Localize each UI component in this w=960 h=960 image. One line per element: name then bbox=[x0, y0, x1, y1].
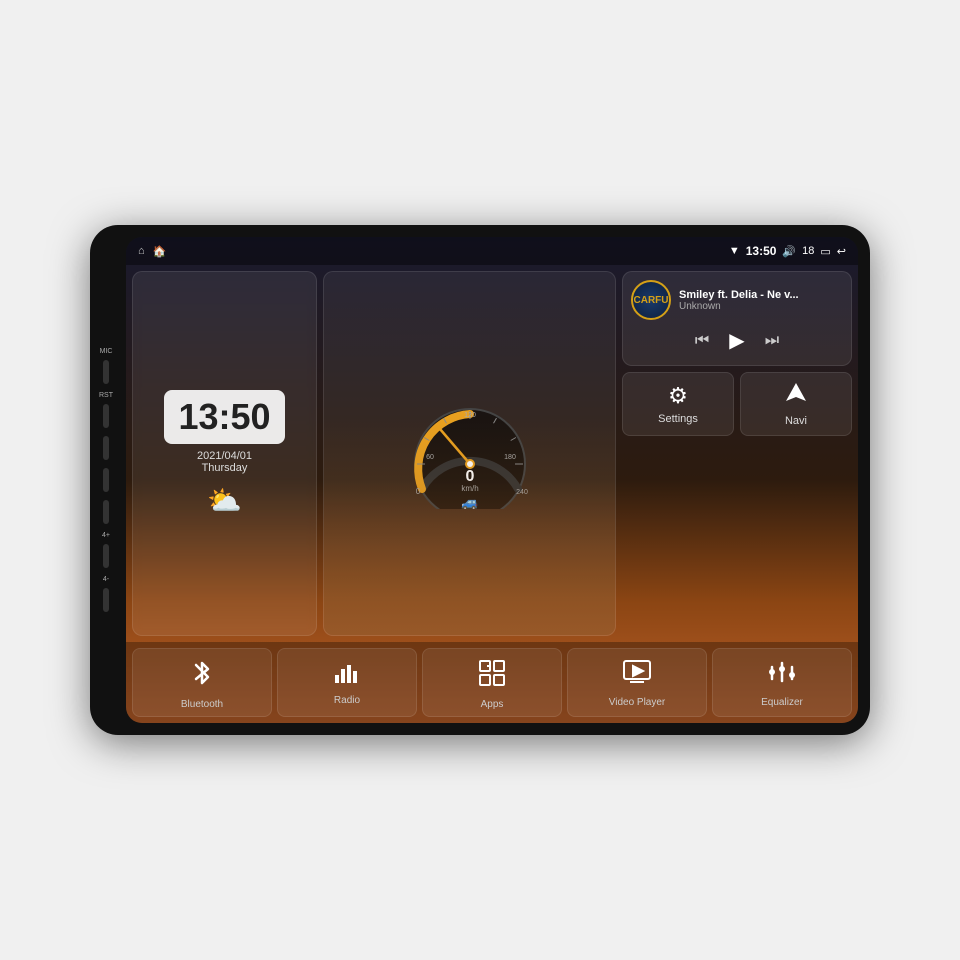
video-player-label: Video Player bbox=[609, 697, 666, 708]
navi-button[interactable]: Navi bbox=[740, 372, 852, 436]
apps-icon bbox=[478, 659, 506, 694]
next-button[interactable]: ⏭ bbox=[765, 332, 779, 350]
navi-icon bbox=[784, 381, 808, 411]
music-logo: CARFU bbox=[631, 280, 671, 320]
settings-button[interactable]: ⚙ Settings bbox=[622, 372, 734, 436]
main-content: 13:50 2021/04/01 Thursday ⛅ bbox=[126, 265, 858, 642]
music-widget[interactable]: CARFU Smiley ft. Delia - Ne v... Unknown… bbox=[622, 271, 852, 366]
status-time: 13:50 bbox=[746, 244, 777, 258]
apps-label: Apps bbox=[481, 699, 504, 710]
apps-button[interactable]: Apps bbox=[422, 648, 562, 717]
navi-label: Navi bbox=[785, 415, 807, 427]
date-value: 2021/04/01 bbox=[197, 450, 252, 462]
vol-down-label: 4- bbox=[103, 576, 109, 583]
rst-label: RST bbox=[99, 392, 113, 399]
side-controls: MIC RST 4+ 4- bbox=[90, 348, 122, 612]
screen: ⌂ 🏠 ▼ 13:50 🔊 18 ▭ ↩ 13:50 bbox=[126, 237, 858, 723]
home-side-button[interactable] bbox=[103, 468, 109, 492]
speedometer-widget: 0 60 120 180 240 0 km/h � bbox=[323, 271, 616, 636]
back-side-button[interactable] bbox=[103, 500, 109, 524]
battery-icon: ▭ bbox=[820, 245, 830, 258]
music-artist: Unknown bbox=[679, 301, 843, 312]
weather-icon: ⛅ bbox=[207, 484, 242, 517]
mic-button[interactable] bbox=[103, 360, 109, 384]
volume-up-button[interactable] bbox=[103, 544, 109, 568]
equalizer-button[interactable]: Equalizer bbox=[712, 648, 852, 717]
settings-icon: ⚙ bbox=[668, 383, 688, 409]
bluetooth-label: Bluetooth bbox=[181, 699, 223, 710]
volume-down-button[interactable] bbox=[103, 588, 109, 612]
music-header: CARFU Smiley ft. Delia - Ne v... Unknown bbox=[631, 280, 843, 320]
clock-time: 13:50 bbox=[178, 396, 270, 438]
video-player-button[interactable]: Video Player bbox=[567, 648, 707, 717]
volume-level: 18 bbox=[802, 245, 814, 257]
action-buttons: ⚙ Settings Navi bbox=[622, 372, 852, 436]
radio-button[interactable]: Radio bbox=[277, 648, 417, 717]
bluetooth-icon bbox=[190, 659, 214, 694]
radio-label: Radio bbox=[334, 695, 360, 706]
back-icon[interactable]: ↩ bbox=[837, 245, 846, 258]
house-icon[interactable]: 🏠 bbox=[153, 245, 167, 258]
video-player-icon bbox=[622, 659, 652, 692]
equalizer-icon bbox=[768, 659, 796, 692]
music-controls: ⏮ ▶ ⏭ bbox=[631, 324, 843, 357]
volume-icon: 🔊 bbox=[782, 245, 796, 258]
power-button[interactable] bbox=[103, 436, 109, 460]
bluetooth-button[interactable]: Bluetooth bbox=[132, 648, 272, 717]
home-icon[interactable]: ⌂ bbox=[138, 245, 145, 257]
wifi-icon: ▼ bbox=[729, 245, 740, 257]
bottom-nav: Bluetooth Radio bbox=[126, 642, 858, 723]
road-scene bbox=[324, 417, 615, 635]
play-button[interactable]: ▶ bbox=[729, 328, 744, 353]
right-panel: CARFU Smiley ft. Delia - Ne v... Unknown… bbox=[622, 271, 852, 636]
status-bar: ⌂ 🏠 ▼ 13:50 🔊 18 ▭ ↩ bbox=[126, 237, 858, 265]
music-info: Smiley ft. Delia - Ne v... Unknown bbox=[679, 289, 843, 312]
clock-widget: 13:50 2021/04/01 Thursday ⛅ bbox=[132, 271, 317, 636]
mic-label: MIC bbox=[100, 348, 113, 355]
status-bar-left: ⌂ 🏠 bbox=[138, 245, 166, 258]
vol-up-label: 4+ bbox=[102, 532, 110, 539]
equalizer-label: Equalizer bbox=[761, 697, 803, 708]
settings-label: Settings bbox=[658, 413, 698, 425]
car-head-unit: MIC RST 4+ 4- ⌂ 🏠 bbox=[90, 225, 870, 735]
day-value: Thursday bbox=[202, 462, 248, 474]
logo-text: CARFU bbox=[634, 295, 669, 306]
status-bar-right: ▼ 13:50 🔊 18 ▭ ↩ bbox=[729, 244, 846, 258]
radio-icon bbox=[333, 659, 361, 690]
prev-button[interactable]: ⏮ bbox=[695, 332, 709, 350]
rst-button[interactable] bbox=[103, 404, 109, 428]
widgets-row: 13:50 2021/04/01 Thursday ⛅ bbox=[132, 271, 852, 636]
music-title: Smiley ft. Delia - Ne v... bbox=[679, 289, 843, 301]
clock-display: 13:50 bbox=[164, 390, 284, 444]
clock-date: 2021/04/01 Thursday bbox=[197, 450, 252, 474]
